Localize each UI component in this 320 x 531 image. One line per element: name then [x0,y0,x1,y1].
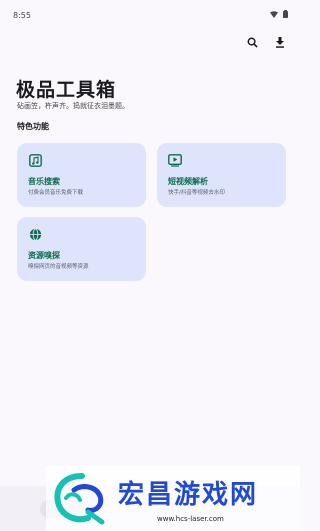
download-button[interactable] [272,34,288,50]
page-title: 极品工具箱 [16,79,117,101]
section-title: 特色功能 [17,122,49,131]
globe-icon [28,227,42,241]
search-icon [247,37,258,48]
card-description: 嗅探网页的音视频等资源 [28,264,89,270]
card-title: 短视频解析 [168,177,208,186]
card-description: 付费会员音乐免费下载 [28,190,84,196]
video-play-icon [168,153,182,167]
download-icon [276,36,284,48]
watermark-url: www.hcs-laser.com [157,515,224,523]
page-subtitle: 砧画笠，杵声齐。捣就征衣泪墨题。 [17,102,129,110]
card-title: 音乐搜索 [28,177,60,186]
battery-icon [283,10,288,18]
card-description: 快手/抖音等视频去水印 [168,190,225,196]
card-resource-sniff[interactable]: 资源嗅探 嗅探网页的音视频等资源 [17,217,146,281]
watermark-logo [54,473,105,525]
card-video-parse[interactable]: 短视频解析 快手/抖音等视频去水印 [157,143,286,207]
music-note-icon [28,153,42,167]
wifi-icon [270,10,278,18]
status-bar: 8:55 [0,0,300,34]
system-icons [270,10,288,18]
status-time: 8:55 [13,11,31,20]
top-toolbar [244,34,288,50]
card-music-search[interactable]: 音乐搜索 付费会员音乐免费下载 [17,143,146,207]
watermark-name: 宏昌游戏网 [118,480,259,510]
search-button[interactable] [244,34,260,50]
card-title: 资源嗅探 [28,251,60,260]
